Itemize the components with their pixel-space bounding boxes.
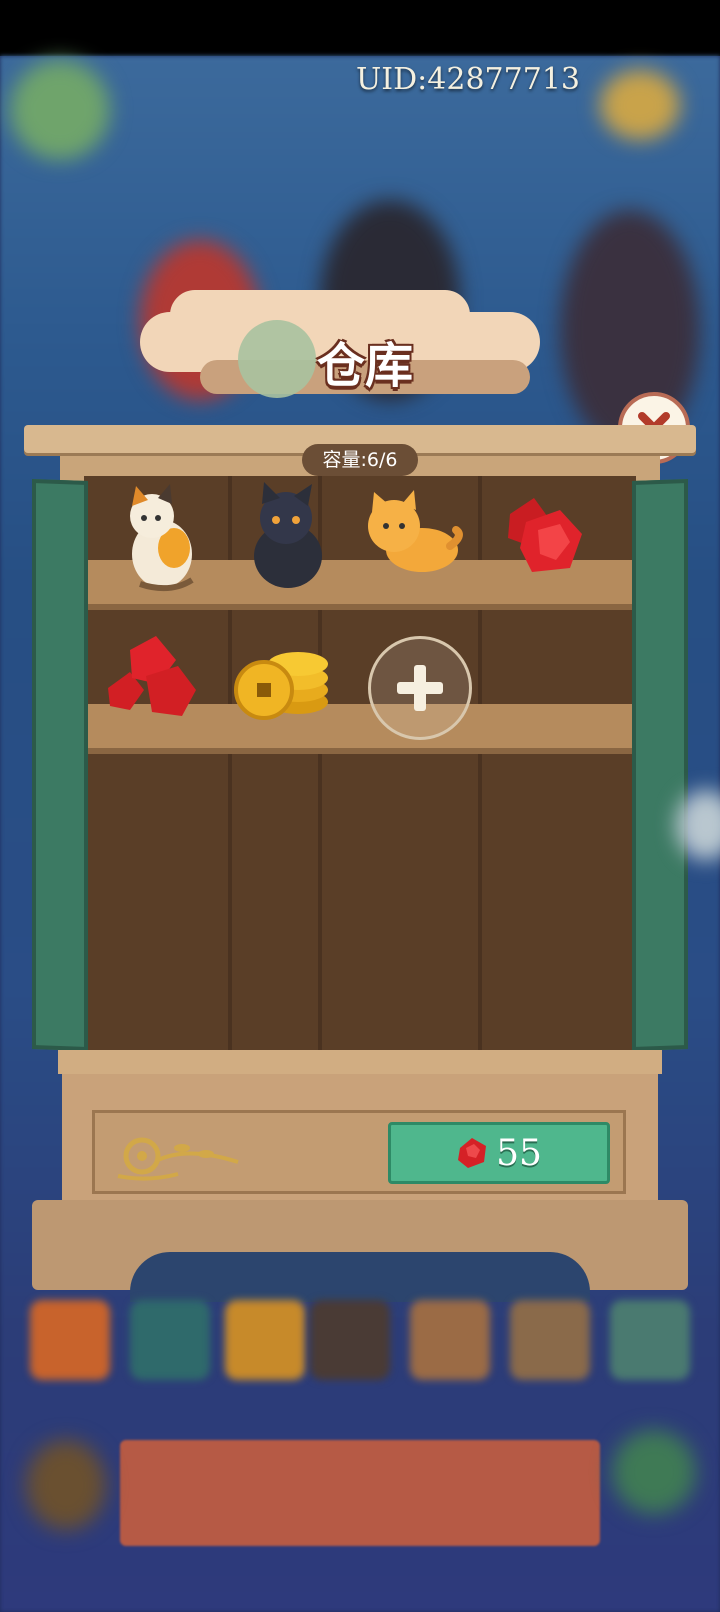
add-slot-button[interactable] (368, 636, 472, 740)
buy-slot-button[interactable]: 55 (388, 1122, 610, 1184)
item-slot[interactable] (100, 620, 220, 740)
left-door (32, 479, 88, 1051)
item-slot[interactable] (100, 476, 220, 596)
page-title: 仓库 (316, 338, 413, 394)
bottom-banner (120, 1440, 600, 1546)
menu-icon-blur (600, 70, 680, 140)
item-slot[interactable] (490, 480, 610, 600)
drawer-top (58, 1050, 662, 1074)
red-gems-icon (108, 636, 196, 716)
status-bar (0, 0, 720, 56)
red-gem-icon (458, 1138, 487, 1168)
floral-ornament-icon (117, 1137, 239, 1181)
calico-cat-icon (130, 484, 194, 592)
item-slot[interactable] (228, 476, 348, 596)
gold-coins-icon (234, 652, 328, 720)
capacity-label: 容量:6/6 (302, 444, 418, 476)
item-slot[interactable] (350, 476, 470, 596)
plus-icon (397, 665, 443, 711)
price-label: 55 (496, 1132, 542, 1174)
orange-kitten-icon (368, 490, 463, 572)
player-avatar (10, 60, 110, 160)
item-slot[interactable] (226, 624, 346, 744)
black-cat-icon (254, 482, 322, 588)
uid-label: UID:42877713 (356, 62, 580, 97)
right-door (632, 479, 688, 1051)
red-gems-icon (508, 498, 582, 572)
